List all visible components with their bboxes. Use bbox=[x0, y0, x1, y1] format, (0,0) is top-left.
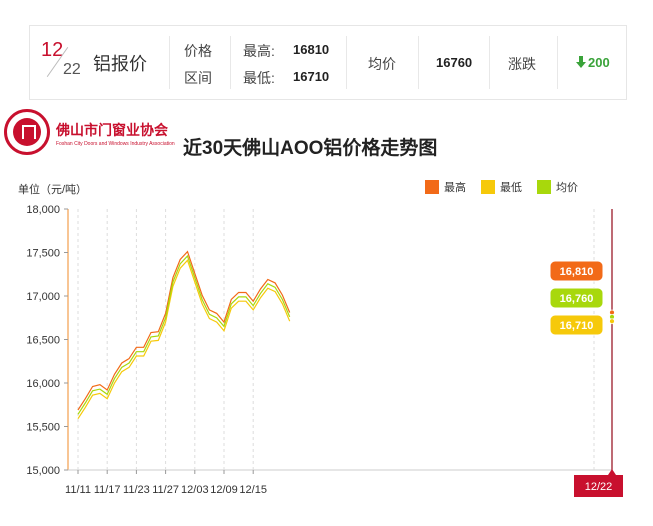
y-tick-label: 15,500 bbox=[26, 422, 60, 434]
y-tick-label: 17,500 bbox=[26, 248, 60, 260]
tooltip-avg-label: 16,760 bbox=[560, 293, 594, 305]
price-trend-chart[interactable]: 15,000 15,500 16,000 16,500 17,000 17,500 18,0… bbox=[0, 0, 653, 526]
x-tick-label: 12/15 bbox=[239, 484, 267, 496]
x-tick-label: 12/09 bbox=[210, 484, 238, 496]
current-date-label: 12/22 bbox=[585, 481, 613, 493]
tooltip-low-label: 16,710 bbox=[560, 320, 594, 332]
y-tick-label: 15,000 bbox=[26, 465, 60, 477]
x-tick-label: 11/17 bbox=[94, 484, 121, 496]
y-tick-label: 16,500 bbox=[26, 335, 60, 347]
series-line-low bbox=[77, 259, 291, 420]
x-tick-label: 12/03 bbox=[181, 484, 209, 496]
x-tick-label: 11/27 bbox=[152, 484, 179, 496]
x-tick-label: 11/23 bbox=[123, 484, 150, 496]
series-line-high bbox=[77, 250, 291, 411]
series-line-avg bbox=[77, 254, 291, 415]
y-tick-label: 17,000 bbox=[26, 291, 60, 303]
y-tick-label: 16,000 bbox=[26, 378, 60, 390]
tooltip-high-label: 16,810 bbox=[560, 266, 594, 278]
end-marker-low bbox=[609, 318, 615, 325]
y-tick-label: 18,000 bbox=[26, 204, 60, 216]
x-tick-label: 11/11 bbox=[65, 484, 91, 496]
